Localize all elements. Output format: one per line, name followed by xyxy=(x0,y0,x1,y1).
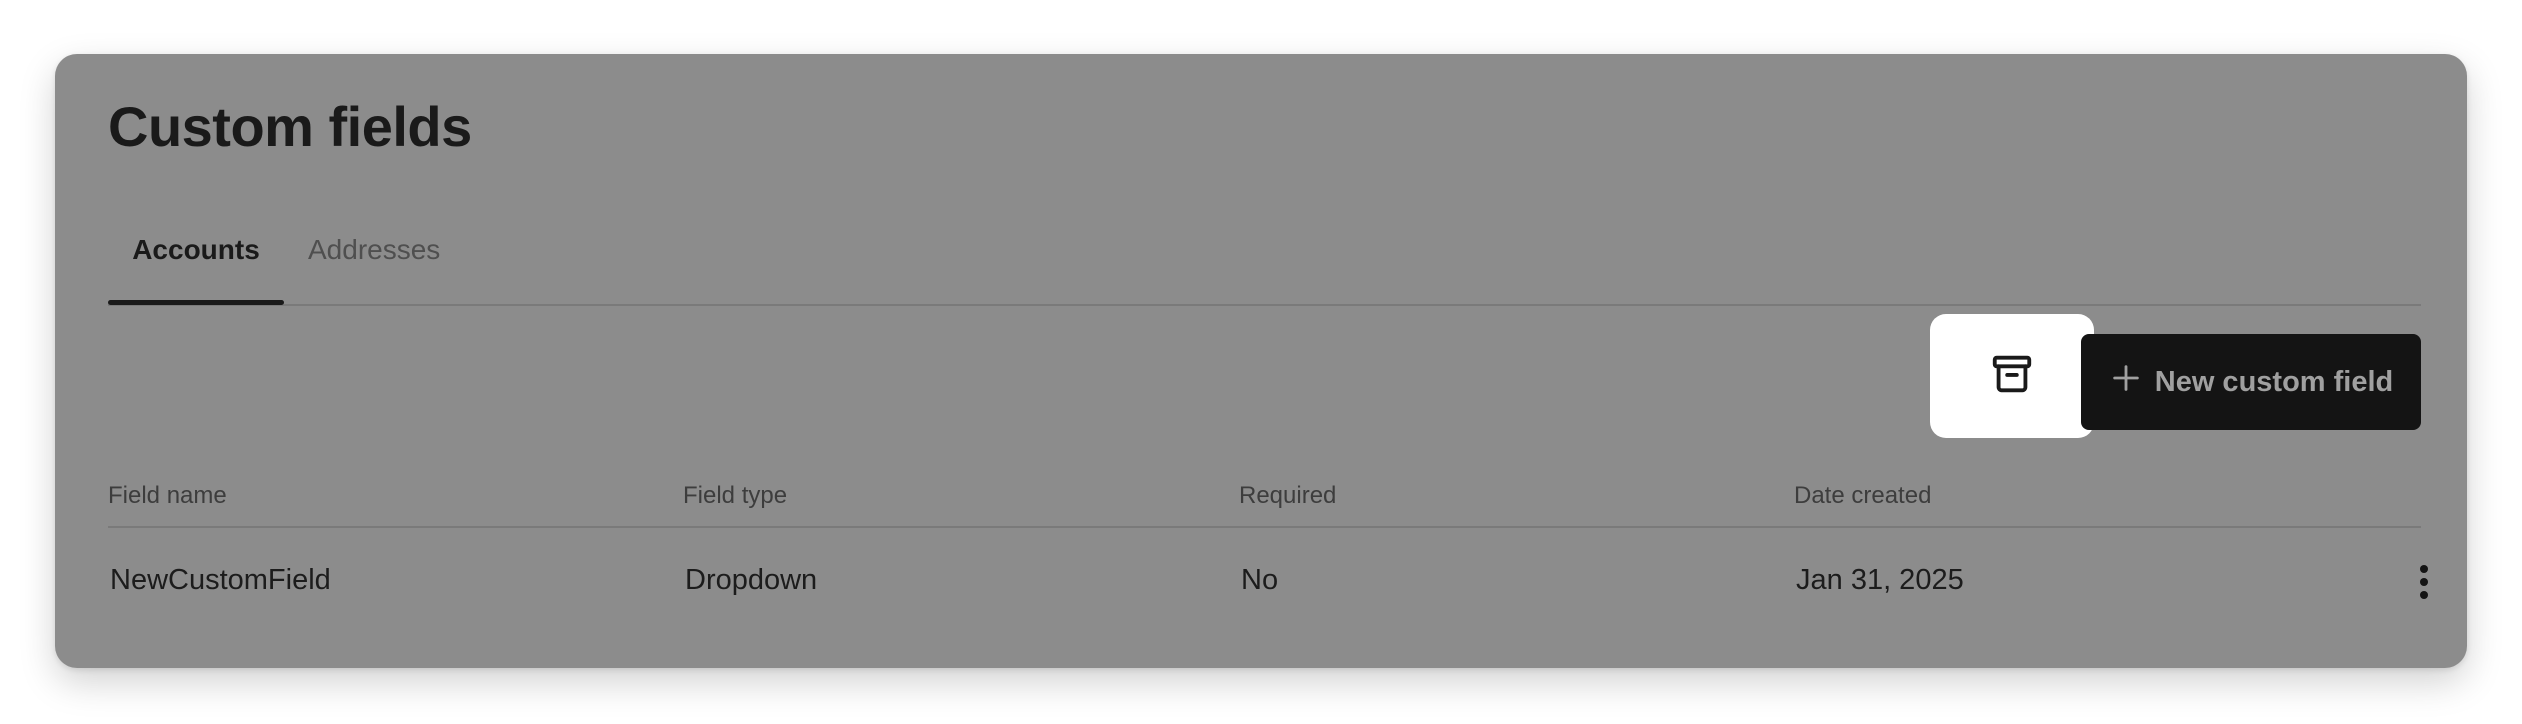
cell-date-created: Jan 31, 2025 xyxy=(1796,564,1964,596)
archive-box-icon xyxy=(1989,351,2035,402)
more-vertical-icon xyxy=(2418,564,2430,605)
column-header-date-created: Date created xyxy=(1794,482,1932,509)
cell-field-name: NewCustomField xyxy=(110,564,331,596)
tab-bar: Accounts Addresses xyxy=(108,214,2421,306)
column-header-required: Required xyxy=(1239,482,1337,509)
column-header-field-type: Field type xyxy=(683,482,788,509)
page: Custom fields Accounts Addresses New cus… xyxy=(0,0,2522,724)
plus-icon xyxy=(2109,361,2143,403)
new-custom-field-label: New custom field xyxy=(2154,365,2394,398)
tab-addresses[interactable]: Addresses xyxy=(308,214,440,302)
new-custom-field-button[interactable]: New custom field xyxy=(2081,334,2421,430)
tab-accounts[interactable]: Accounts xyxy=(108,214,284,305)
custom-fields-card: Custom fields Accounts Addresses New cus… xyxy=(55,54,2467,668)
table-row[interactable]: NewCustomField Dropdown No Jan 31, 2025 xyxy=(108,528,2428,638)
cell-required: No xyxy=(1241,564,1279,596)
page-title: Custom fields xyxy=(108,95,472,158)
cell-field-type: Dropdown xyxy=(685,564,818,596)
archive-button[interactable] xyxy=(1930,314,2094,438)
column-header-field-name: Field name xyxy=(108,482,227,509)
row-actions-button[interactable] xyxy=(2404,556,2444,612)
table-header: Field name Field type Required Date crea… xyxy=(108,474,2421,528)
